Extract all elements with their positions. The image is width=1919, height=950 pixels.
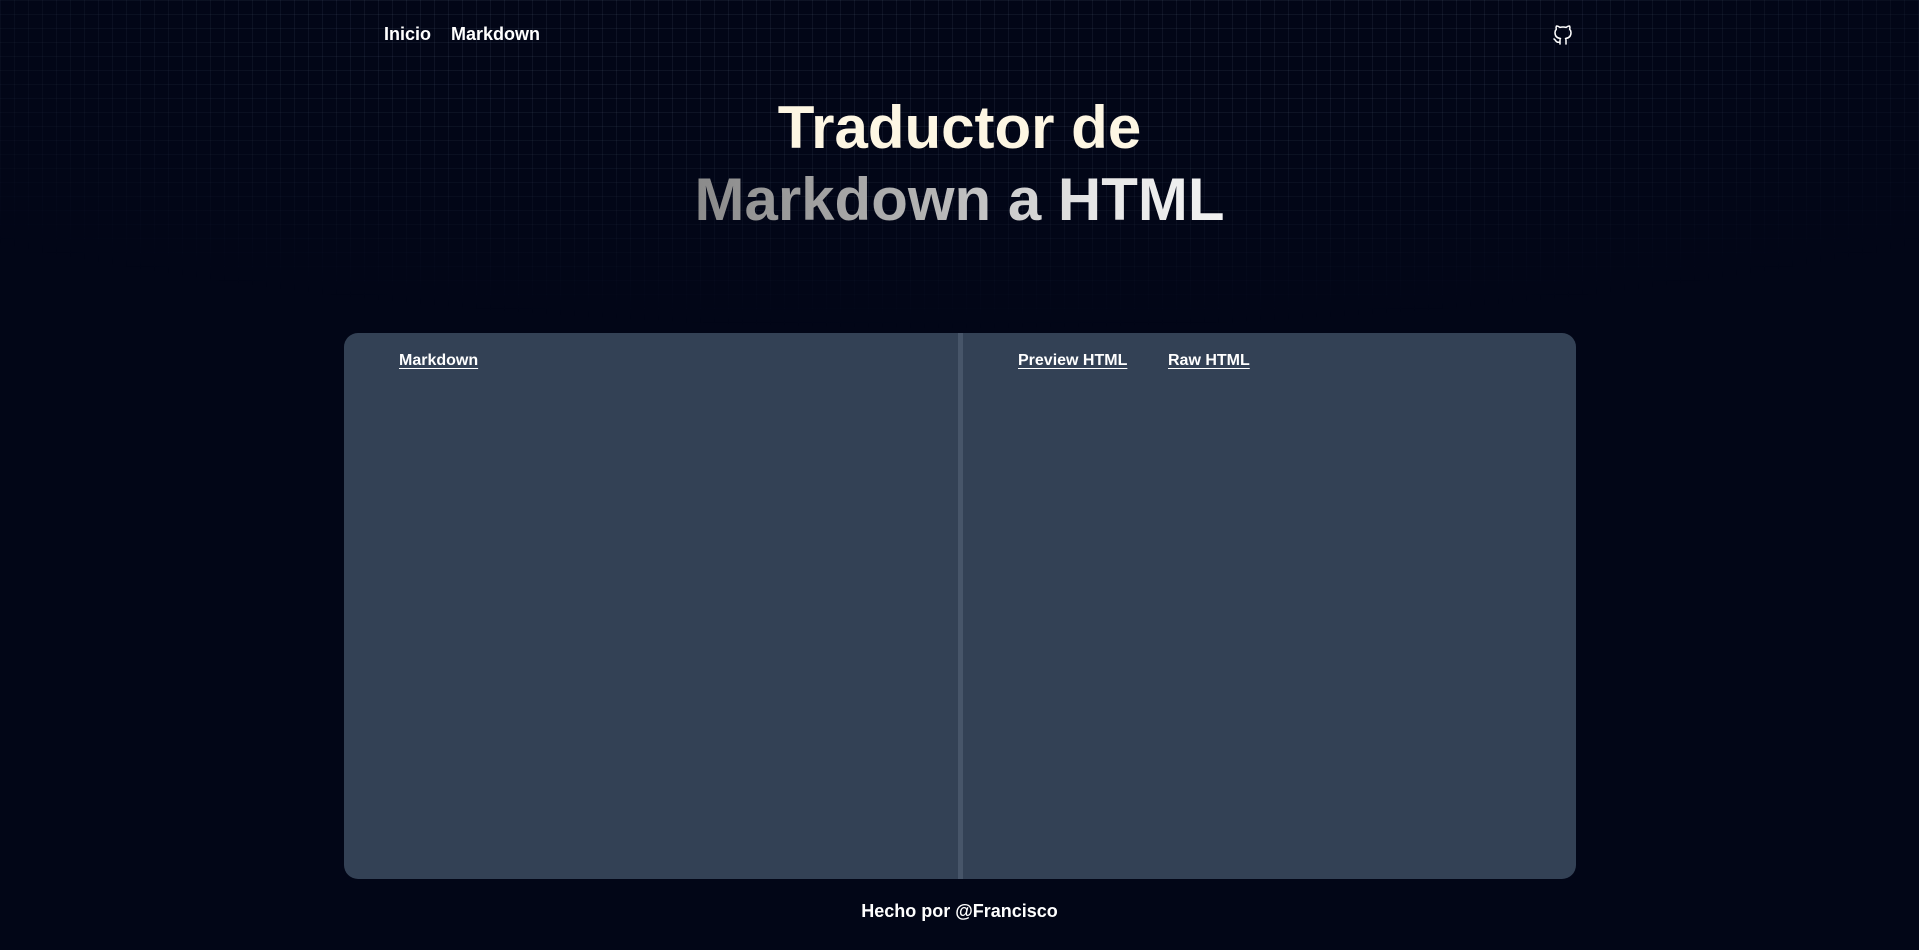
page-title: Traductor de Markdown a HTML [0,92,1919,236]
title-line-1: Traductor de [777,94,1142,161]
html-preview [1013,388,1543,858]
editor-panel: Markdown Preview HTML Raw HTML [344,333,1576,879]
nav-link-inicio[interactable]: Inicio [384,24,431,45]
github-link[interactable] [1551,23,1575,47]
page: Inicio Markdown Traductor de Markdown a … [0,0,1919,950]
nav-link-markdown[interactable]: Markdown [451,24,540,45]
tab-raw-html[interactable]: Raw HTML [1168,352,1250,370]
title-line-2: Markdown a HTML [694,164,1224,236]
markdown-pane: Markdown [344,333,958,879]
tab-preview-html[interactable]: Preview HTML [1018,352,1127,370]
tab-markdown[interactable]: Markdown [399,352,478,370]
footer-credit: Hecho por @Francisco [861,901,1058,921]
output-pane: Preview HTML Raw HTML [963,333,1576,879]
github-icon [1553,25,1572,45]
top-nav: Inicio Markdown [384,24,540,45]
markdown-input[interactable] [394,388,928,862]
